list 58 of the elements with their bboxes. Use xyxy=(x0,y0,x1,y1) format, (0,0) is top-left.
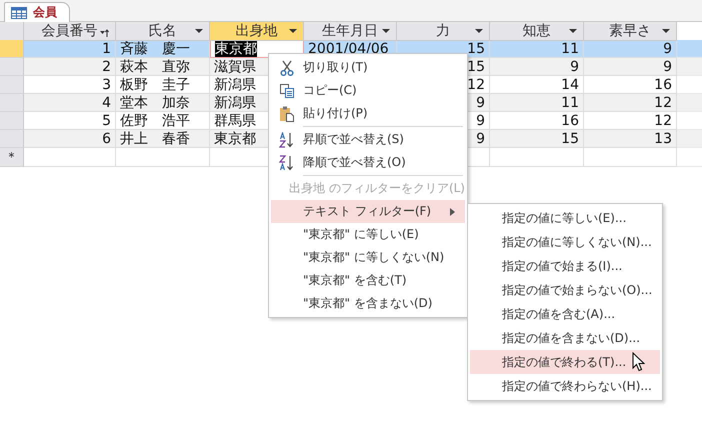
column-header[interactable]: 氏名 xyxy=(116,22,210,41)
sort-ascending-icon xyxy=(279,132,295,148)
scissors-icon xyxy=(280,60,294,76)
mouse-pointer-icon xyxy=(632,352,645,372)
table-cell: 11 xyxy=(490,40,584,58)
copy-icon xyxy=(280,84,294,98)
menu-item[interactable]: "東京都" に等しい(E) xyxy=(271,223,465,246)
menu-item[interactable]: 指定の値で始まらない(O)... xyxy=(470,278,660,302)
dropdown-icon[interactable] xyxy=(195,29,203,34)
menu-item[interactable]: 指定の値で始まる(I)... xyxy=(470,254,660,278)
table-cell: 斉藤 慶一 xyxy=(116,40,210,58)
table-cell: 1 xyxy=(24,40,116,58)
table-cell: 11 xyxy=(490,94,584,112)
table-cell: 9 xyxy=(584,58,677,76)
sort-descending-icon xyxy=(279,154,295,170)
table-cell: 堂本 加奈 xyxy=(116,94,210,112)
column-header[interactable]: 力 xyxy=(397,22,490,41)
column-header[interactable]: 素早さ xyxy=(584,22,677,41)
menu-item[interactable]: 指定の値を含む(A)... xyxy=(470,302,660,326)
dropdown-icon[interactable] xyxy=(662,29,670,34)
menu-item[interactable]: 指定の値を含まない(D)... xyxy=(470,326,660,350)
table-cell: 12 xyxy=(584,94,677,112)
table-cell: 6 xyxy=(24,130,116,148)
column-header[interactable]: 会員番号 xyxy=(24,22,116,41)
table-cell: 9 xyxy=(584,40,677,58)
table-cell xyxy=(677,58,702,76)
table-cell: 15 xyxy=(490,130,584,148)
sort-filter-icon[interactable] xyxy=(100,29,109,38)
menu-item[interactable]: "東京都" を含む(T) xyxy=(271,269,465,292)
menu-item[interactable]: 指定の値に等しくない(N)... xyxy=(470,230,660,254)
menu-item[interactable]: 指定の値に等しい(E)... xyxy=(470,206,660,230)
menu-item[interactable]: 降順で並べ替え(O) xyxy=(271,151,465,174)
table-cell: 2 xyxy=(24,58,116,76)
menu-item[interactable]: "東京都" に等しくない(N) xyxy=(271,246,465,269)
new-record-marker: ＊ xyxy=(5,149,18,166)
table-cell xyxy=(677,94,702,112)
dropdown-icon[interactable] xyxy=(382,29,390,34)
menu-item[interactable]: テキスト フィルター(F) xyxy=(271,200,465,223)
table-cell: 9 xyxy=(490,58,584,76)
table-cell xyxy=(677,40,702,58)
dropdown-icon[interactable] xyxy=(289,29,297,34)
dropdown-icon[interactable] xyxy=(475,29,483,34)
menu-item[interactable]: "東京都" を含まない(D) xyxy=(271,292,465,315)
table-cell: 13 xyxy=(584,130,677,148)
table-icon xyxy=(11,6,27,18)
menu-item[interactable]: 指定の値で終わらない(H)... xyxy=(470,374,660,398)
dropdown-icon[interactable] xyxy=(569,29,577,34)
table-cell xyxy=(677,130,702,148)
clipboard-icon xyxy=(280,106,294,122)
column-header[interactable]: 知恵 xyxy=(490,22,584,41)
table-cell: 4 xyxy=(24,94,116,112)
column-header[interactable]: 出身地 xyxy=(210,22,304,41)
table-tab[interactable]: 会員 xyxy=(4,2,70,22)
selected-text: 東京都 xyxy=(215,41,257,57)
table-cell: 萩本 直弥 xyxy=(116,58,210,76)
column-header[interactable]: 生年月日 xyxy=(304,22,397,41)
menu-item[interactable]: 指定の値で終わる(T)... xyxy=(470,350,660,374)
table-cell: 井上 春香 xyxy=(116,130,210,148)
